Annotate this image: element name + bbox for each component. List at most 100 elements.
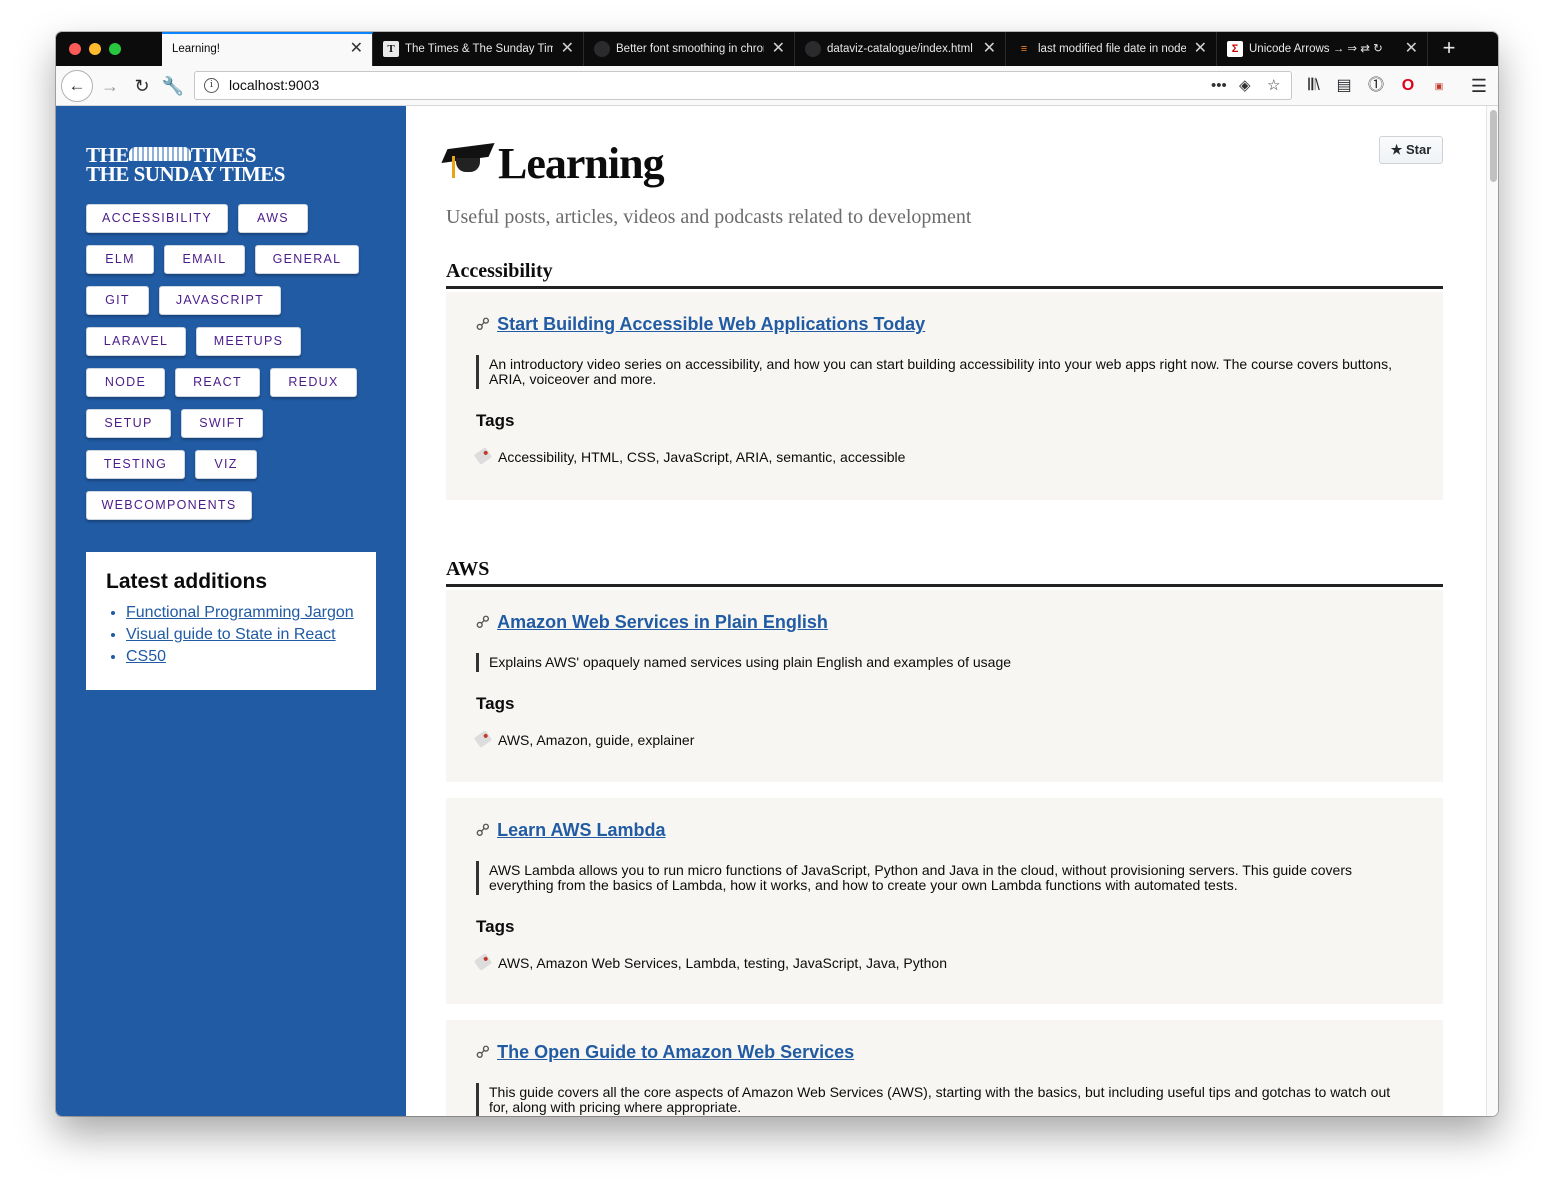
reload-button[interactable]: ↻ <box>126 70 158 102</box>
topic-setup[interactable]: SETUP <box>86 409 171 438</box>
close-icon[interactable]: ✕ <box>1194 32 1207 66</box>
tab-title: dataviz-catalogue/index.html <box>827 43 973 55</box>
sigma-icon: Σ <box>1227 41 1243 57</box>
close-icon[interactable]: ✕ <box>350 34 363 64</box>
graduation-cap-icon <box>441 140 495 184</box>
topic-accessibility[interactable]: ACCESSIBILITY <box>86 204 228 233</box>
wrench-icon[interactable]: 🔧 <box>157 70 189 102</box>
resource-title-link[interactable]: Start Building Accessible Web Applicatio… <box>497 314 925 334</box>
sidebar-toggle-icon[interactable]: ▤ <box>1331 70 1357 102</box>
tab-dataviz[interactable]: dataviz-catalogue/index.html ✕ <box>795 32 1006 66</box>
hamburger-menu-icon[interactable]: ☰ <box>1466 70 1492 102</box>
star-label: Star <box>1405 142 1432 157</box>
library-icon[interactable]: 𝄃𝄃\ <box>1301 70 1327 102</box>
new-tab-button[interactable]: + <box>1432 32 1466 66</box>
pocket-icon[interactable]: ◈ <box>1239 72 1251 99</box>
topic-git[interactable]: GIT <box>86 286 149 315</box>
link-icon: ⚯ <box>470 1039 496 1065</box>
topic-testing[interactable]: TESTING <box>86 450 185 479</box>
crest-icon <box>128 147 191 161</box>
tab-font-smoothing[interactable]: Better font smoothing in chrome ✕ <box>584 32 795 66</box>
tags-heading: Tags <box>476 411 515 430</box>
resource-card: ⚯Start Building Accessible Web Applicati… <box>446 292 1443 500</box>
list-item: Functional Programming Jargon <box>126 602 356 624</box>
topic-meetups[interactable]: MEETUPS <box>196 327 301 356</box>
bookmark-star-icon[interactable]: ☆ <box>1267 72 1280 99</box>
minimize-window-button[interactable] <box>89 43 101 55</box>
close-icon[interactable]: ✕ <box>1405 32 1418 66</box>
topic-webcomponents[interactable]: WEBCOMPONENTS <box>86 491 252 520</box>
topic-javascript[interactable]: JAVASCRIPT <box>159 286 281 315</box>
sidebar: THE TIMES THE SUNDAY TIMES ACCESSIBILITY … <box>56 106 406 1116</box>
close-icon[interactable]: ✕ <box>561 32 574 66</box>
tags-heading: Tags <box>476 694 515 713</box>
latest-link[interactable]: Visual guide to State in React <box>126 626 336 643</box>
topic-email[interactable]: EMAIL <box>164 245 245 274</box>
resource-description: This guide covers all the core aspects o… <box>476 1083 1413 1116</box>
section-heading-aws: AWS <box>446 558 1443 587</box>
cors-extension-icon[interactable]: ▣ <box>1426 70 1452 102</box>
info-icon[interactable]: i <box>204 78 219 93</box>
times-logo[interactable]: THE TIMES THE SUNDAY TIMES <box>86 145 285 186</box>
topic-node[interactable]: NODE <box>86 368 165 397</box>
resource-description: An introductory video series on accessib… <box>476 355 1413 389</box>
topic-redux[interactable]: REDUX <box>270 368 357 397</box>
section-heading-accessibility: Accessibility <box>446 260 1443 289</box>
tab-title: Learning! <box>172 43 220 55</box>
tags-heading: Tags <box>476 917 515 936</box>
back-button[interactable]: ← <box>61 70 93 102</box>
list-item: CS50 <box>126 646 356 668</box>
latest-link[interactable]: Functional Programming Jargon <box>126 604 354 621</box>
list-item: Visual guide to State in React <box>126 624 356 646</box>
url-text[interactable]: localhost:9003 <box>229 72 319 99</box>
resource-title-link[interactable]: Learn AWS Lambda <box>497 820 665 840</box>
tab-title: Better font smoothing in chrome <box>616 43 764 55</box>
zoom-window-button[interactable] <box>109 43 121 55</box>
star-button[interactable]: ★ Star <box>1379 136 1443 164</box>
tab-stackoverflow[interactable]: ≡ last modified file date in node ✕ <box>1006 32 1217 66</box>
topic-react[interactable]: REACT <box>175 368 260 397</box>
topic-swift[interactable]: SWIFT <box>181 409 263 438</box>
close-icon[interactable]: ✕ <box>983 32 996 66</box>
tab-strip: Learning! ✕ T The Times & The Sunday Time… <box>56 32 1498 66</box>
forward-button[interactable]: → <box>94 70 126 102</box>
logo-text: THE SUNDAY TIMES <box>86 162 285 186</box>
latest-additions-heading: Latest additions <box>106 570 268 593</box>
github-icon <box>594 41 610 57</box>
close-window-button[interactable] <box>69 43 81 55</box>
close-icon[interactable]: ✕ <box>772 32 785 66</box>
resource-tags: AWS, Amazon Web Services, Lambda, testin… <box>498 955 947 971</box>
resource-tags: Accessibility, HTML, CSS, JavaScript, AR… <box>498 449 906 465</box>
opera-extension-icon[interactable]: O <box>1395 70 1421 102</box>
resource-card: ⚯Amazon Web Services in Plain English Ex… <box>446 590 1443 782</box>
resource-card: ⚯Learn AWS Lambda AWS Lambda allows you … <box>446 798 1443 1004</box>
latest-link[interactable]: CS50 <box>126 648 166 665</box>
tab-unicode-arrows[interactable]: Σ Unicode Arrows → ⇒ ⇄ ↻ ✕ <box>1217 32 1428 66</box>
resource-tags: AWS, Amazon, guide, explainer <box>498 732 695 748</box>
tab-title: Unicode Arrows → ⇒ ⇄ ↻ <box>1249 43 1383 55</box>
tab-title: The Times & The Sunday Times <box>405 43 553 55</box>
topic-general[interactable]: GENERAL <box>255 245 359 274</box>
resource-title-link[interactable]: The Open Guide to Amazon Web Services <box>497 1042 854 1062</box>
latest-additions-panel: Latest additions Functional Programming … <box>86 552 376 690</box>
page-subtitle: Useful posts, articles, videos and podca… <box>446 206 972 228</box>
tab-times[interactable]: T The Times & The Sunday Times ✕ <box>373 32 584 66</box>
topic-elm[interactable]: ELM <box>86 245 154 274</box>
tag-icon <box>473 730 493 748</box>
link-icon: ⚯ <box>470 311 496 337</box>
more-actions-icon[interactable]: ••• <box>1211 72 1227 99</box>
topic-aws[interactable]: AWS <box>238 204 308 233</box>
url-bar[interactable]: i localhost:9003 ••• ◈ ☆ <box>194 71 1292 100</box>
tab-learning[interactable]: Learning! ✕ <box>162 32 373 66</box>
tab-title: last modified file date in node <box>1038 43 1186 55</box>
page-title: Learning <box>441 138 665 189</box>
password-manager-icon[interactable]: ⓵ <box>1363 70 1389 102</box>
page-title-text: Learning <box>498 139 665 188</box>
latest-additions-list: Functional Programming Jargon Visual gui… <box>106 602 356 668</box>
topic-viz[interactable]: VIZ <box>195 450 257 479</box>
resource-description: Explains AWS' opaquely named services us… <box>476 653 1413 672</box>
resource-title-link[interactable]: Amazon Web Services in Plain English <box>497 612 828 632</box>
scrollbar-thumb[interactable] <box>1490 110 1497 182</box>
page-scrollbar[interactable] <box>1486 106 1498 1116</box>
topic-laravel[interactable]: LARAVEL <box>86 327 186 356</box>
